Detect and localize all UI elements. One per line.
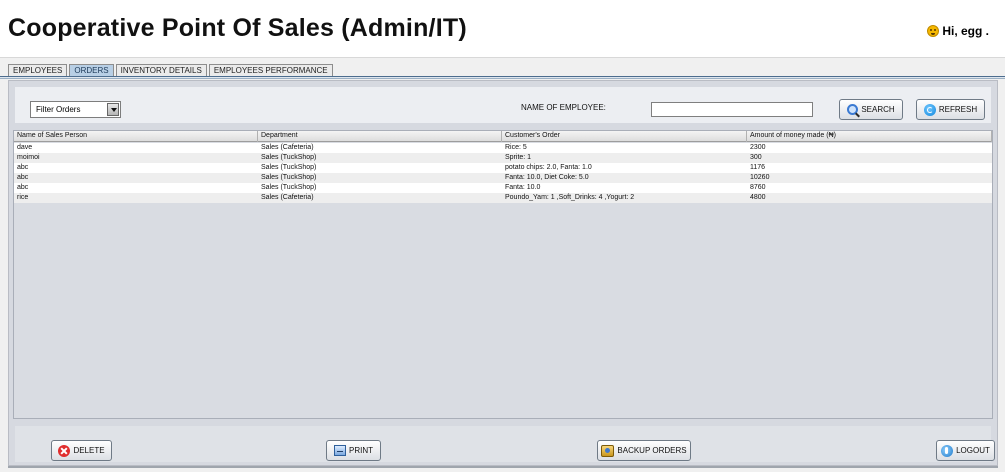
row-customer-order: Rice: 5 (505, 144, 527, 151)
row-amount: 8760 (750, 184, 766, 191)
row-sales-person: dave (17, 144, 33, 151)
page-title: Cooperative Point Of Sales (Admin/IT) (8, 14, 467, 42)
employee-name-label: NAME OF EMPLOYEE: (521, 103, 606, 112)
app-header: Cooperative Point Of Sales (Admin/IT) Hi… (0, 0, 1005, 58)
table-body: dave Sales (Cafeteria) Rice: 5 2300 moim… (14, 143, 992, 203)
row-amount: 4800 (750, 194, 766, 201)
column-department[interactable]: Department (258, 131, 502, 142)
print-button-label: PRINT (349, 446, 373, 455)
table-row[interactable]: moimoi Sales (TuckShop) Sprite: 1 300 (14, 153, 992, 163)
orders-toolbar: Filter Orders NAME OF EMPLOYEE: SEARCH R… (9, 81, 997, 125)
main-tabs: EMPLOYEES ORDERS INVENTORY DETAILS EMPLO… (8, 63, 335, 77)
search-icon (847, 104, 859, 115)
backup-icon (601, 444, 615, 457)
table-row[interactable]: abc Sales (TuckShop) Fanta: 10.0 8760 (14, 183, 992, 193)
refresh-button-label: REFRESH (938, 105, 978, 114)
window-bottom-edge (8, 466, 998, 468)
row-customer-order: Fanta: 10.0, Diet Coke: 5.0 (505, 174, 589, 181)
table-row[interactable]: dave Sales (Cafeteria) Rice: 5 2300 (14, 143, 992, 153)
row-department: Sales (Cafeteria) (261, 144, 314, 151)
row-department: Sales (TuckShop) (261, 154, 317, 161)
row-sales-person: rice (17, 194, 29, 201)
backup-orders-label: BACKUP ORDERS (617, 446, 687, 455)
table-header: Name of Sales Person Department Customer… (14, 131, 992, 142)
orders-table[interactable]: Name of Sales Person Department Customer… (13, 130, 993, 419)
logout-button[interactable]: LOGOUT (936, 440, 995, 461)
table-row[interactable]: abc Sales (TuckShop) potato chips: 2.0, … (14, 163, 992, 173)
row-department: Sales (TuckShop) (261, 174, 317, 181)
orders-actions-bar: DELETE PRINT BACKUP ORDERS LOGOUT (9, 423, 997, 465)
print-button[interactable]: PRINT (326, 440, 381, 461)
column-customers-order[interactable]: Customer's Order (502, 131, 747, 142)
row-customer-order: Fanta: 10.0 (505, 184, 541, 191)
select-arrow-icon[interactable] (107, 103, 119, 116)
filter-orders-select[interactable]: Filter Orders (30, 101, 121, 118)
toolbar-inner: Filter Orders NAME OF EMPLOYEE: SEARCH R… (15, 87, 991, 123)
search-button-label: SEARCH (861, 105, 895, 114)
row-amount: 1176 (750, 164, 766, 171)
table-row[interactable]: rice Sales (Cafeteria) Poundo_Yam: 1 ,So… (14, 193, 992, 203)
row-amount: 2300 (750, 144, 766, 151)
row-department: Sales (TuckShop) (261, 164, 317, 171)
delete-icon (58, 444, 71, 457)
row-amount: 10260 (750, 174, 770, 181)
row-sales-person: abc (17, 174, 29, 181)
filter-orders-value: Filter Orders (36, 105, 81, 114)
backup-orders-button[interactable]: BACKUP ORDERS (597, 440, 691, 461)
print-icon (334, 445, 346, 456)
row-sales-person: abc (17, 184, 29, 191)
orders-panel: Filter Orders NAME OF EMPLOYEE: SEARCH R… (8, 80, 998, 466)
column-name-of-sales-person[interactable]: Name of Sales Person (14, 131, 258, 142)
column-amount-made[interactable]: Amount of money made (₦) (747, 131, 992, 142)
user-greeting: Hi, egg . (927, 24, 989, 38)
refresh-button[interactable]: REFRESH (916, 99, 985, 120)
delete-button[interactable]: DELETE (51, 440, 112, 461)
smiley-icon (927, 25, 940, 37)
row-sales-person: moimoi (17, 154, 40, 161)
logout-icon (941, 444, 954, 457)
search-button[interactable]: SEARCH (839, 99, 903, 120)
greeting-text: Hi, egg . (942, 24, 989, 38)
row-customer-order: potato chips: 2.0, Fanta: 1.0 (505, 164, 592, 171)
row-sales-person: abc (17, 164, 29, 171)
row-customer-order: Sprite: 1 (505, 154, 532, 161)
delete-button-label: DELETE (73, 446, 105, 455)
actions-inner: DELETE PRINT BACKUP ORDERS LOGOUT (15, 426, 995, 462)
employee-name-input[interactable] (651, 102, 813, 117)
row-customer-order: Poundo_Yam: 1 ,Soft_Drinks: 4 ,Yogurt: 2 (505, 194, 635, 201)
row-amount: 300 (750, 154, 762, 161)
refresh-icon (923, 103, 936, 116)
row-department: Sales (Cafeteria) (261, 194, 314, 201)
logout-button-label: LOGOUT (956, 446, 990, 455)
tab-divider (0, 76, 1005, 79)
row-department: Sales (TuckShop) (261, 184, 317, 191)
table-row[interactable]: abc Sales (TuckShop) Fanta: 10.0, Diet C… (14, 173, 992, 183)
